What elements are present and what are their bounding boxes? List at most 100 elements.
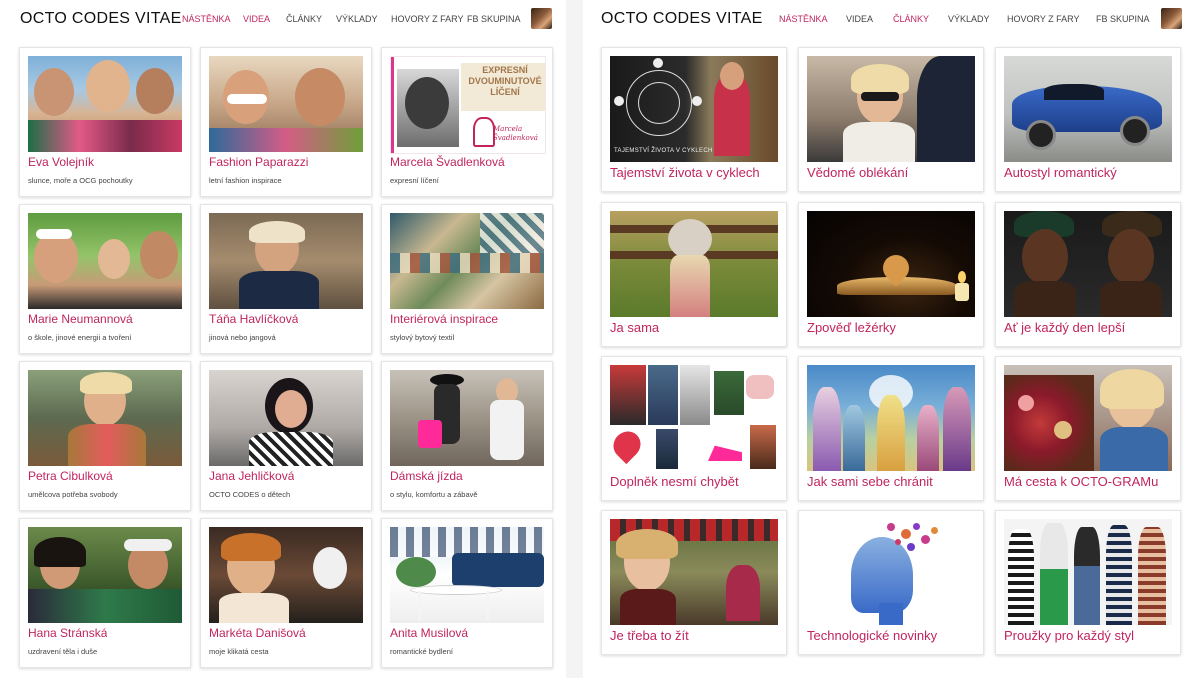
card-title[interactable]: Zpověď ležérky [807,320,896,335]
article-card[interactable]: Interiérová inspirace stylový bytový tex… [381,204,553,354]
card-subtitle: o škole, jinové energii a tvoření [28,333,132,342]
nav-clanky[interactable]: ČLÁNKY [893,14,929,24]
card-title[interactable]: Petra Cibulková [28,469,113,483]
article-card[interactable]: Jana Jehličková OCTO CODES o dětech [200,361,372,511]
article-card[interactable]: Ať je každý den lepší [995,202,1181,347]
card-thumbnail [1004,519,1172,625]
article-card[interactable]: Zpověď ležérky [798,202,984,347]
divider [566,0,583,678]
article-card[interactable]: Anita Musilová romantické bydlení [381,518,553,668]
card-thumbnail [610,211,778,317]
card-subtitle: slunce, moře a OCG pochoutky [28,176,133,185]
nav-hovory-z-fary[interactable]: HOVORY Z FARY [391,14,464,24]
article-card[interactable]: Proužky pro každý styl [995,510,1181,655]
card-subtitle: uzdravení těla i duše [28,647,98,656]
card-subtitle: stylový bytový textil [390,333,455,342]
avatar[interactable] [1161,8,1182,29]
card-title[interactable]: Vědomé oblékání [807,165,908,180]
nav-nastenka[interactable]: NÁSTĚNKA [182,14,231,24]
article-card[interactable]: Marie Neumannová o škole, jinové energii… [19,204,191,354]
nav-videa[interactable]: VIDEA [243,14,270,24]
nav-fb-skupina[interactable]: FB SKUPINA [1096,14,1150,24]
card-subtitle: umělcova potřeba svobody [28,490,118,499]
card-title[interactable]: Má cesta k OCTO-GRAMu [1004,474,1158,489]
site-logo[interactable]: OCTO CODES VITAE [601,10,763,28]
article-card[interactable]: Hana Stránská uzdravení těla i duše [19,518,191,668]
card-thumbnail [209,213,363,309]
article-card[interactable]: Má cesta k OCTO-GRAMu [995,356,1181,501]
card-title[interactable]: Dámská jízda [390,469,463,483]
card-title[interactable]: Fashion Paparazzi [209,155,308,169]
nav-vyklady[interactable]: VÝKLADY [336,14,378,24]
card-thumbnail [807,56,975,162]
nav-clanky[interactable]: ČLÁNKY [286,14,322,24]
article-card[interactable]: Doplněk nesmí chybět [601,356,787,501]
article-card[interactable]: Markéta Danišová moje klikatá cesta [200,518,372,668]
card-title[interactable]: Ať je každý den lepší [1004,320,1125,335]
card-title[interactable]: Markéta Danišová [209,626,306,640]
card-thumbnail [390,370,544,466]
card-subtitle: moje klikatá cesta [209,647,269,656]
article-card[interactable]: Eva Volejník slunce, moře a OCG pochoutk… [19,47,191,197]
card-subtitle: o stylu, komfortu a zábavě [390,490,478,499]
right-screen: OCTO CODES VITAE NÁSTĚNKA VIDEA ČLÁNKY V… [583,0,1203,678]
card-thumbnail [390,213,544,309]
article-card[interactable]: Jak sami sebe chránit [798,356,984,501]
card-title[interactable]: Marie Neumannová [28,312,133,326]
card-thumbnail [1004,211,1172,317]
article-card[interactable]: Fashion Paparazzi letní fashion inspirac… [200,47,372,197]
card-title[interactable]: Autostyl romantický [1004,165,1117,180]
article-card[interactable]: Dámská jízda o stylu, komfortu a zábavě [381,361,553,511]
article-card[interactable]: EXPRESNÍ DVOUMINUTOVÉ LÍČENÍ Marcela Šva… [381,47,553,197]
card-subtitle: OCTO CODES o dětech [209,490,291,499]
card-title[interactable]: Táňa Havlíčková [209,312,298,326]
card-thumbnail [28,56,182,152]
card-thumbnail [807,211,975,317]
article-card[interactable]: Ja sama [601,202,787,347]
article-card[interactable]: Vědomé oblékání [798,47,984,192]
card-title[interactable]: Proužky pro každý styl [1004,628,1134,643]
thumbnail-caption: TAJEMSTVÍ ŽIVOTA V CYKLECH [614,148,713,154]
card-title[interactable]: Interiérová inspirace [390,312,498,326]
card-title[interactable]: Eva Volejník [28,155,94,169]
site-logo[interactable]: OCTO CODES VITAE [20,10,182,28]
card-title[interactable]: Marcela Švadlenková [390,155,505,169]
card-thumbnail [390,527,544,623]
card-thumbnail [807,365,975,471]
nav-vyklady[interactable]: VÝKLADY [948,14,990,24]
card-thumbnail [807,519,975,625]
nav-nastenka[interactable]: NÁSTĚNKA [779,14,828,24]
card-thumbnail [1004,365,1172,471]
card-title[interactable]: Jak sami sebe chránit [807,474,933,489]
signature: Marcela Švadlenková [493,125,538,142]
article-card[interactable]: Technologické novinky [798,510,984,655]
article-card[interactable]: Táňa Havlíčková jinová nebo jangová [200,204,372,354]
article-card[interactable]: Petra Cibulková umělcova potřeba svobody [19,361,191,511]
card-title[interactable]: Technologické novinky [807,628,937,643]
left-screen: OCTO CODES VITAE NÁSTĚNKA VIDEA ČLÁNKY V… [0,0,566,678]
card-subtitle: jinová nebo jangová [209,333,276,342]
avatar[interactable] [531,8,552,29]
card-title[interactable]: Anita Musilová [390,626,468,640]
card-title[interactable]: Hana Stránská [28,626,107,640]
article-card[interactable]: Autostyl romantický [995,47,1181,192]
card-subtitle: romantické bydlení [390,647,453,656]
card-thumbnail [1004,56,1172,162]
card-title[interactable]: Doplněk nesmí chybět [610,474,739,489]
nav-fb-skupina[interactable]: FB SKUPINA [467,14,521,24]
card-thumbnail [610,365,778,471]
card-thumbnail: TAJEMSTVÍ ŽIVOTA V CYKLECH [610,56,778,162]
site-header: OCTO CODES VITAE NÁSTĚNKA VIDEA ČLÁNKY V… [583,8,1203,32]
card-title[interactable]: Ja sama [610,320,659,335]
article-card[interactable]: TAJEMSTVÍ ŽIVOTA V CYKLECH Tajemství živ… [601,47,787,192]
article-card[interactable]: Je třeba to žít [601,510,787,655]
card-subtitle: letní fashion inspirace [209,176,282,185]
card-thumbnail: EXPRESNÍ DVOUMINUTOVÉ LÍČENÍ Marcela Šva… [390,56,546,154]
nav-hovory-z-fary[interactable]: HOVORY Z FARY [1007,14,1080,24]
card-title[interactable]: Tajemství života v cyklech [610,165,760,180]
nav-videa[interactable]: VIDEA [846,14,873,24]
thumbnail-heading: EXPRESNÍ DVOUMINUTOVÉ LÍČENÍ [468,65,542,97]
card-title[interactable]: Je třeba to žít [610,628,689,643]
card-title[interactable]: Jana Jehličková [209,469,294,483]
card-thumbnail [209,527,363,623]
